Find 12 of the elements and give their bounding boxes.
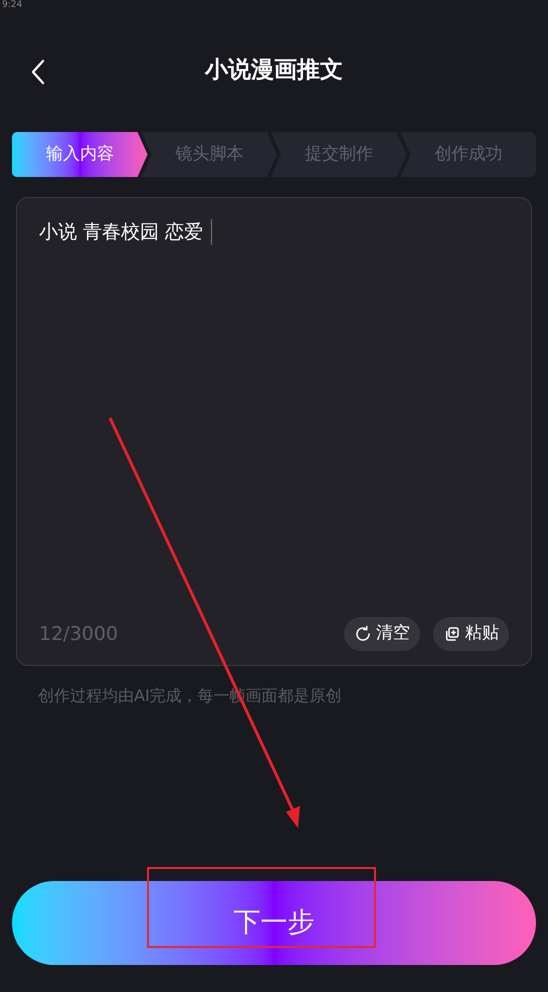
refresh-icon [354, 625, 372, 643]
clear-button[interactable]: 清空 [344, 617, 420, 651]
step-tab[interactable]: 输入内容 [12, 132, 148, 177]
status-time: 9:24 [2, 1, 22, 10]
character-count: 12/3000 [39, 622, 118, 647]
paste-button[interactable]: 粘贴 [433, 617, 509, 651]
next-button[interactable]: 下一步 [12, 881, 536, 965]
back-icon [31, 59, 45, 85]
copy-icon [443, 625, 461, 643]
text-editor[interactable]: 小说 青春校园 恋爱 12/3000 清空 粘贴 [16, 197, 532, 666]
page-title: 小说漫画推文 [205, 56, 343, 85]
editor-text: 小说 青春校园 恋爱 [39, 220, 204, 245]
